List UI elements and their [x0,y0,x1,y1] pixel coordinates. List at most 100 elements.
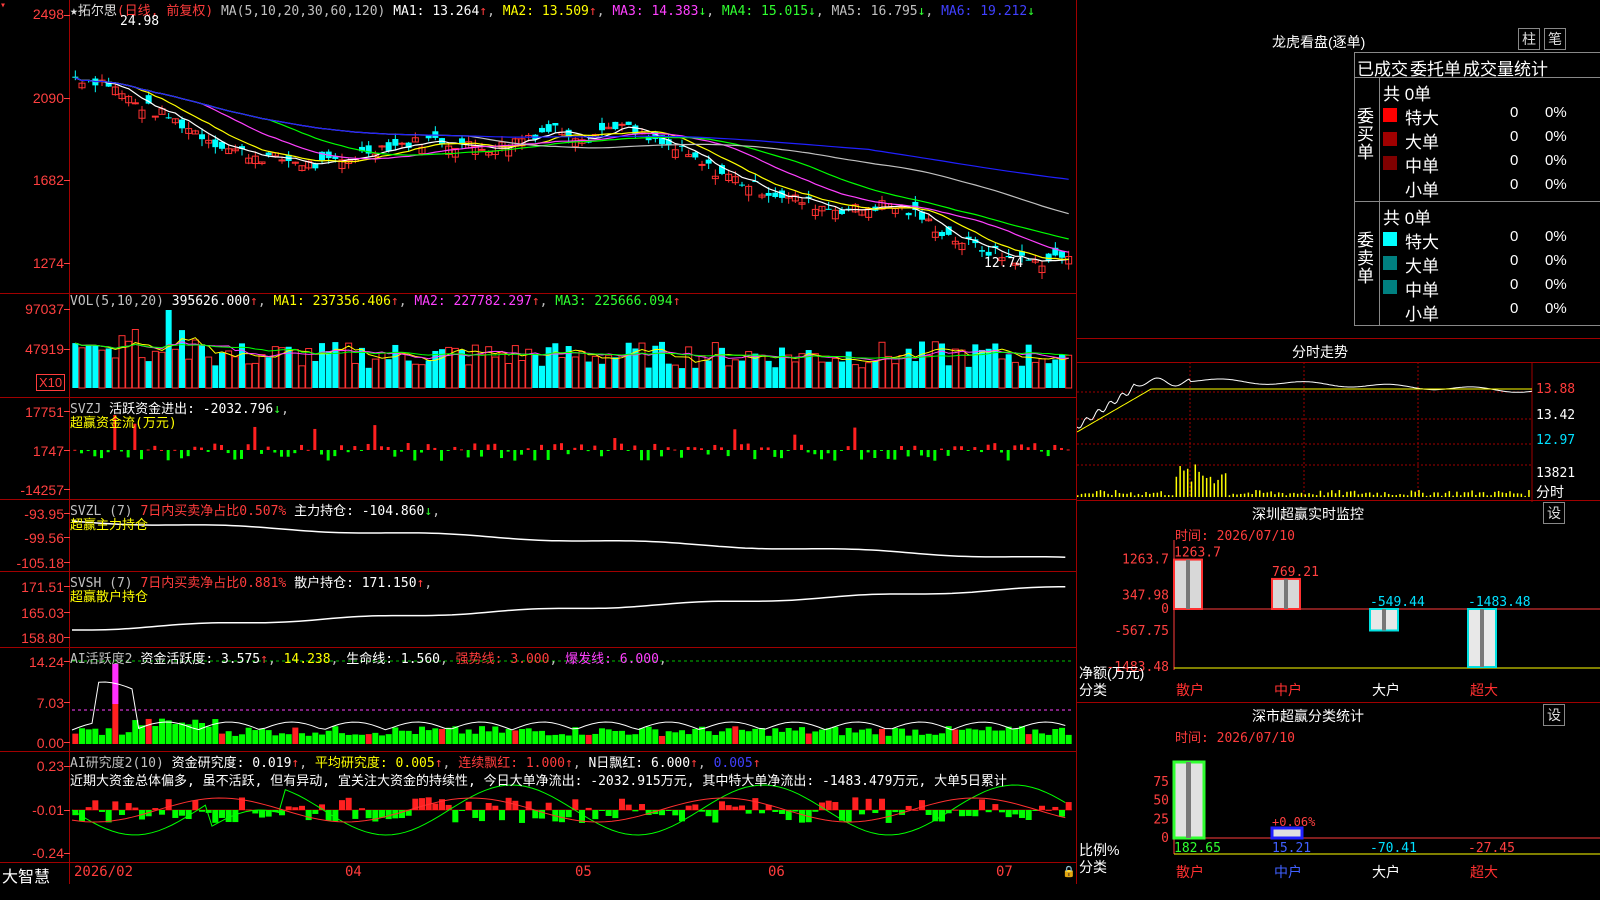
svzl-desc: 主力持仓: -104.860 [294,504,425,519]
research-bar [359,808,365,810]
fund-flow-bar [700,448,703,450]
intraday-volume-label: 13821 [1536,466,1576,481]
activity-bar [312,732,319,744]
volume-bar [1011,361,1019,389]
fund-flow-bar [920,450,923,456]
volume-bar [585,361,592,388]
vol-ma2: MA2: 227782.297 [414,294,532,309]
intraday-volume-bar [1406,495,1409,497]
tick-view-button[interactable]: 笔 [1544,28,1566,50]
intraday-volume-bar [1118,493,1121,497]
research-bar [772,810,779,812]
fund-flow-bar [460,449,463,451]
intraday-volume-bar [1505,493,1507,497]
tab-volume-stats[interactable]: 成交量统计 [1463,55,1548,80]
intraday-volume-bar [1183,470,1185,497]
fund-flow-bar [326,450,330,461]
volume-bar [98,349,106,389]
candle-body [131,102,139,105]
activity-bar [492,726,499,744]
activity-bar [652,729,659,744]
sscy-chart: 75 50 25 0 +0.06% 182.65 散户 15.21 中户 -70.41 大户 -27.… [1153,760,1600,880]
volume-bar [518,360,526,389]
y-tick [64,853,70,854]
ai2-v4: N日飘红: 6.000 [588,756,691,771]
sscy-axis-label: 50 [1153,794,1169,809]
fund-flow-bar [646,450,650,461]
star-icon[interactable]: ★ [70,4,78,19]
activity-bar [859,729,865,744]
buy-order-group: 委买单 共 0单 特大 0 0% 大单 0 0% 中单 0 0% 小单 0 0% [1354,78,1600,202]
svzl-axis-label: -93.95 [24,506,64,522]
volume-bar [571,356,579,389]
activity-bar [672,732,679,744]
research-bar [365,810,372,819]
volume-bar [785,354,793,389]
bar-view-button[interactable]: 柱 [1518,28,1540,50]
intraday-volume-bar [1357,494,1360,497]
volume-bar [1065,354,1073,389]
volume-bar [931,341,939,389]
intraday-volume-bar [1399,494,1401,497]
activity-bar [72,733,79,744]
szcy-bar [1369,608,1399,632]
fund-flow-bar [153,445,157,450]
volume-bar [591,355,599,389]
volume-bar [251,362,259,389]
activity-bar [145,718,152,744]
szcy-axis-label: 0 [1161,602,1169,617]
fund-flow-bar [560,443,563,450]
volume-bar [851,364,859,389]
activity-bar [419,726,425,744]
research-bar [992,804,999,810]
intraday-volume-bar [1334,493,1337,497]
activity-bar [225,731,232,744]
szcy-axis-label: 1263.7 [1122,553,1169,568]
research-bar [865,798,872,810]
intraday-volume-bar [1141,495,1143,497]
y-tick [64,263,70,264]
activity-bar [885,735,892,744]
szcy-category-label: 大户 [1372,682,1400,698]
intraday-volume-bar [1338,490,1341,497]
fund-flow-bar [546,450,550,460]
fund-flow-bar [453,446,457,450]
activity-bar [565,735,572,744]
volume-bar [511,345,519,389]
activity-bar [832,726,839,744]
volume-bar [798,353,806,389]
intraday-volume-bar [1274,494,1276,497]
szcy-chart: 1263.7347.980-567.75-1483.481263.7散户769.… [1106,540,1600,698]
intraday-volume-bar [1168,495,1170,497]
candle-body [212,139,219,148]
volume-bar [505,362,513,389]
volume-bar [705,360,712,388]
lock-icon[interactable]: 🔒 [1062,865,1076,878]
fund-flow-bar [333,450,337,457]
sell-row-swatch [1383,232,1397,246]
fund-flow-bar [806,450,810,453]
activity-bar [725,728,732,744]
volume-bar [618,355,626,389]
fund-flow-bar [306,449,310,451]
activity-bar [805,733,812,744]
intraday-volume-bar [1285,495,1288,497]
research-bar [745,810,752,814]
candle-body [625,121,632,125]
volume-bar [158,351,166,389]
sscy-x-title: 分类 [1079,859,1107,875]
intraday-volume-bar [1429,495,1432,497]
szcy-bar-core [1186,559,1190,609]
intraday-volume-bar [1175,476,1178,497]
activity-bar [592,733,599,744]
tab-filled[interactable]: 已成交 [1357,55,1408,80]
activity-bar [665,731,672,744]
intraday-volume-bar [1361,493,1363,497]
tab-orders[interactable]: 委托单 [1410,55,1461,80]
intraday-chart[interactable] [1077,362,1600,502]
research-bar [739,805,745,810]
date-axis[interactable]: 大智慧 2026/02 04 05 06 07 🔒 [0,862,1077,886]
intraday-volume-bar [1452,495,1454,497]
volume-bar [165,310,172,388]
volume-bar [772,367,779,388]
